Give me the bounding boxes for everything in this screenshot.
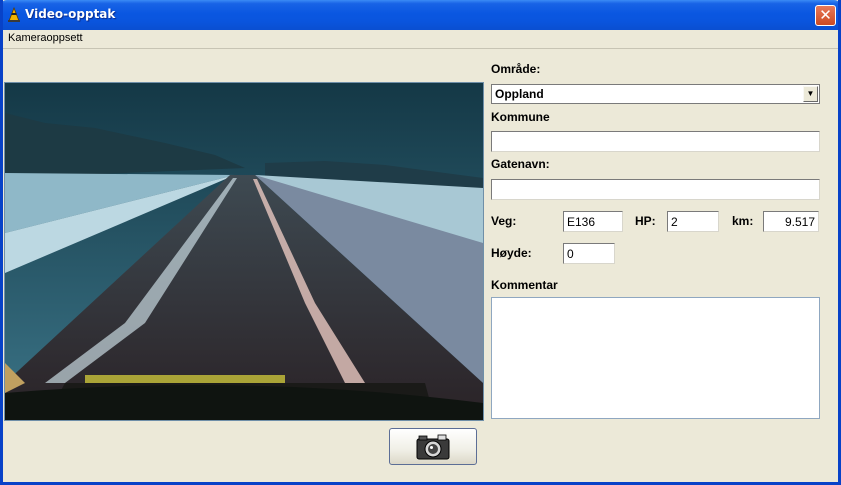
km-label: km: bbox=[732, 214, 754, 228]
video-preview bbox=[4, 82, 484, 421]
camera-icon bbox=[416, 434, 450, 460]
kommentar-textarea[interactable] bbox=[491, 297, 820, 419]
hp-input[interactable]: 2 bbox=[667, 211, 719, 232]
capture-photo-button[interactable] bbox=[389, 428, 477, 465]
km-input[interactable]: 9.517 bbox=[763, 211, 819, 232]
menu-bar: Kameraoppsett bbox=[3, 30, 838, 49]
veg-label: Veg: bbox=[491, 214, 517, 228]
hoyde-input[interactable]: 0 bbox=[563, 243, 615, 264]
kommune-input[interactable] bbox=[491, 131, 820, 152]
omrade-label: Område: bbox=[491, 62, 541, 76]
omrade-select[interactable]: Oppland ▼ bbox=[491, 84, 820, 104]
gatenavn-input[interactable] bbox=[491, 179, 820, 200]
chevron-down-icon[interactable]: ▼ bbox=[803, 86, 818, 102]
veg-input[interactable]: E136 bbox=[563, 211, 623, 232]
title-bar[interactable]: Video-opptak ✕ bbox=[3, 0, 838, 30]
traffic-cone-icon bbox=[8, 7, 20, 22]
menu-item-kameraoppsett[interactable]: Kameraoppsett bbox=[8, 32, 83, 44]
close-button[interactable]: ✕ bbox=[815, 5, 836, 26]
window-title: Video-opptak bbox=[25, 7, 116, 21]
kommentar-label: Kommentar bbox=[491, 278, 558, 292]
gatenavn-label: Gatenavn: bbox=[491, 157, 550, 171]
video-opptak-window: Video-opptak ✕ Kameraoppsett Område: Opp… bbox=[0, 0, 841, 485]
kommune-label: Kommune bbox=[491, 110, 550, 124]
hoyde-label: Høyde: bbox=[491, 246, 532, 260]
video-frame-image bbox=[5, 83, 483, 420]
hp-label: HP: bbox=[635, 214, 656, 228]
omrade-selected-value: Oppland bbox=[495, 87, 544, 101]
